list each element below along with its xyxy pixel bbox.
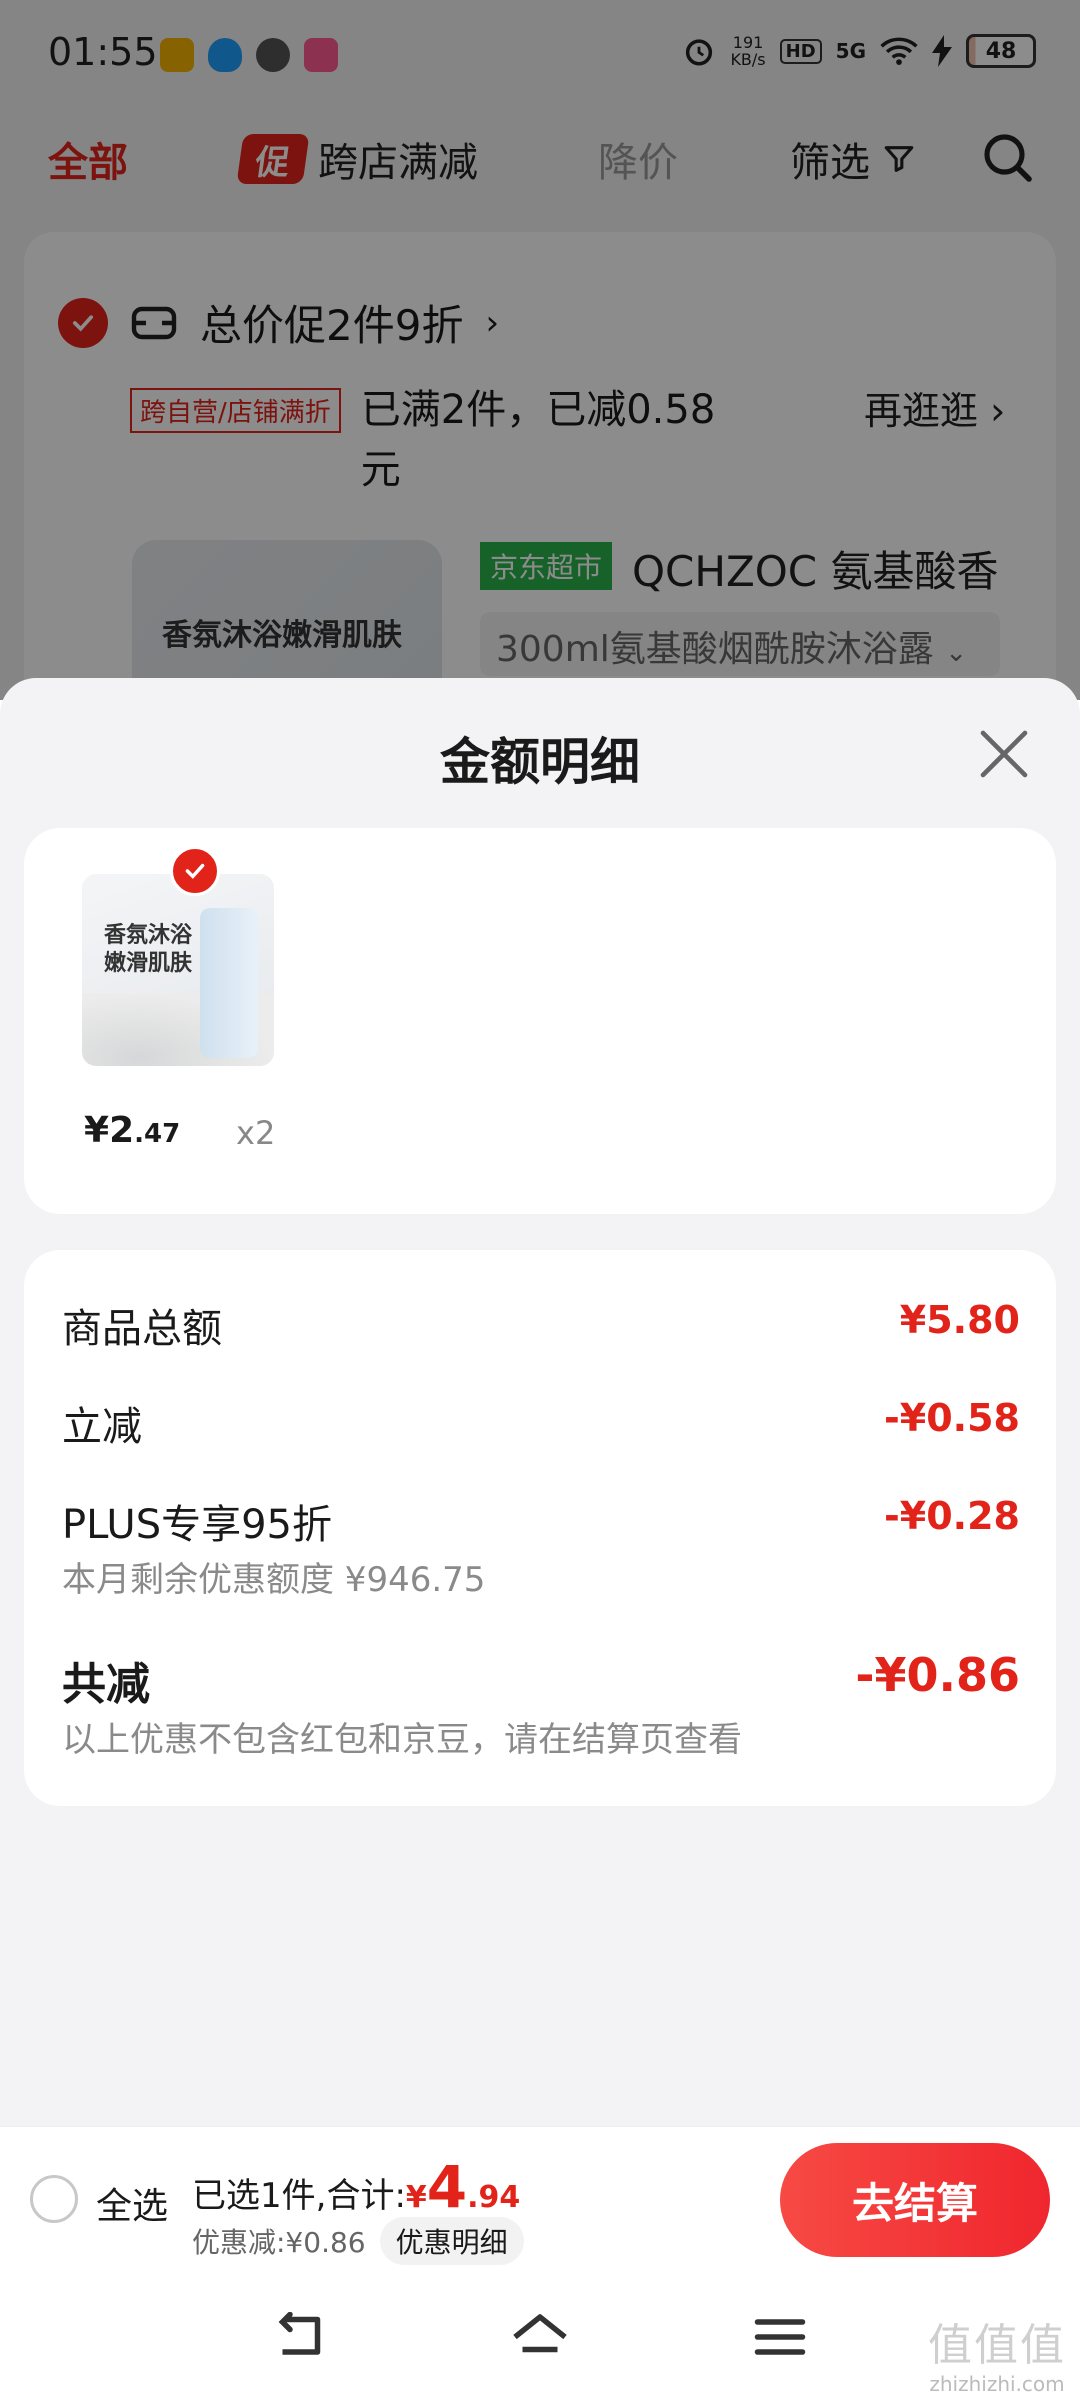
modal-overlay[interactable] <box>0 0 1080 700</box>
total-currency: ¥ <box>405 2180 427 2215</box>
checkout-bar: 全选 已选1件,合计: ¥ 4 .94 优惠减:¥0.86 优惠明细 去结算 <box>0 2126 1080 2274</box>
total-discount-value: -¥0.86 <box>855 1648 1020 1702</box>
item-thumbnail[interactable]: 香氛沐浴 嫩滑肌肤 <box>82 874 274 1066</box>
discount-detail-button[interactable]: 优惠明细 <box>379 2217 524 2265</box>
plus-discount-value: -¥0.28 <box>884 1494 1020 1538</box>
instant-discount-value: -¥0.58 <box>884 1396 1020 1440</box>
thumbnail-text: 香氛沐浴 嫩滑肌肤 <box>104 923 193 976</box>
goods-total-label: 商品总额 <box>62 1306 222 1352</box>
plus-remaining-quota: 本月剩余优惠额度 ¥946.75 <box>62 1560 486 1600</box>
select-all-checkbox[interactable] <box>30 2175 78 2223</box>
selected-items-card: 香氛沐浴 嫩滑肌肤 ¥2.47 x2 <box>24 828 1056 1214</box>
watermark: 值值值 zhizhizhi.com <box>928 2320 1066 2396</box>
discount-amount: 优惠减:¥0.86 <box>192 2226 366 2259</box>
total-int: 4 <box>426 2153 468 2221</box>
sheet-title: 金额明细 <box>440 733 640 791</box>
plus-discount-label: PLUS专享95折 <box>62 1502 332 1548</box>
back-icon[interactable] <box>270 2312 330 2362</box>
amount-detail-card: 商品总额 ¥5.80 立减 -¥0.58 PLUS专享95折 -¥0.28 本月… <box>24 1250 1056 1806</box>
total-discount-label: 共减 <box>62 1659 150 1710</box>
home-icon[interactable] <box>510 2312 570 2362</box>
item-check-icon <box>170 846 220 896</box>
item-quantity: x2 <box>236 1114 276 1152</box>
item-price: ¥2.47 <box>84 1110 181 1151</box>
menu-icon[interactable] <box>750 2312 810 2362</box>
checkout-button[interactable]: 去结算 <box>780 2143 1050 2257</box>
discount-summary: 优惠减:¥0.86 优惠明细 <box>192 2217 524 2265</box>
select-all-label[interactable]: 全选 <box>96 2177 168 2229</box>
goods-total-value: ¥5.80 <box>899 1298 1020 1342</box>
close-icon[interactable] <box>976 726 1032 782</box>
instant-discount-label: 立减 <box>62 1404 142 1450</box>
system-nav-bar <box>0 2274 1080 2400</box>
total-dec: .94 <box>467 2180 521 2215</box>
amount-detail-sheet: 金额明细 香氛沐浴 嫩滑肌肤 ¥2.47 x2 商品总额 ¥5.80 立减 -¥… <box>0 678 1080 2126</box>
summary-prefix: 已选1件,合计: <box>192 2176 406 2216</box>
background-page: 01:55 191 KB/s HD 5G 48 全部 促 跨店满减 降价 筛选 … <box>0 0 1080 752</box>
discount-note: 以上优惠不包含红包和京豆，请在结算页查看 <box>62 1720 742 1760</box>
total-summary: 已选1件,合计: ¥ 4 .94 <box>192 2153 521 2221</box>
